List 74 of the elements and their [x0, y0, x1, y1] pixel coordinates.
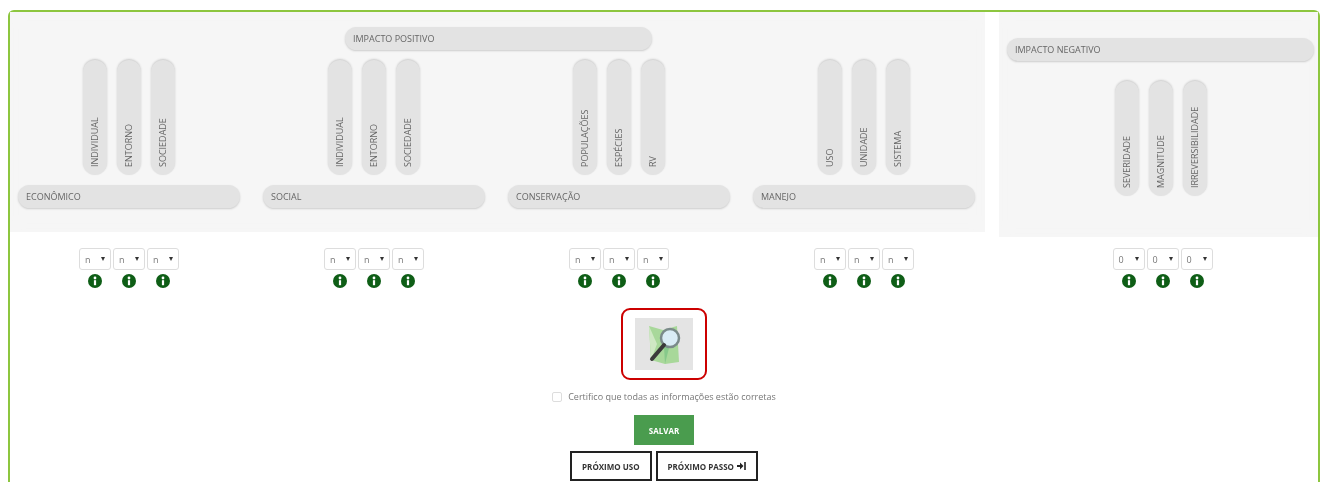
dropdown[interactable]: n — [637, 248, 669, 270]
info-icon[interactable] — [156, 274, 170, 288]
save-button[interactable]: SALVAR — [634, 415, 694, 445]
info-icon[interactable] — [122, 274, 136, 288]
criterion-label: POPULAÇÕES — [573, 60, 597, 175]
info-icon[interactable] — [367, 274, 381, 288]
criterion-label: USO — [818, 60, 842, 175]
caret-icon — [1202, 257, 1207, 261]
criterion-label: ENTORNO — [362, 60, 386, 175]
info-icon[interactable] — [823, 274, 837, 288]
info-icon[interactable] — [578, 274, 592, 288]
dropdown[interactable]: 0 — [1146, 248, 1179, 270]
section-header: IMPACTO POSITIVO — [345, 27, 652, 50]
group-header: SOCIAL — [263, 185, 485, 208]
dropdown[interactable]: n — [882, 248, 914, 270]
group-header: ECONÔMICO — [18, 185, 240, 208]
caret-icon — [836, 257, 840, 261]
criterion-label: SOCIEDADE — [396, 60, 420, 175]
caret-icon — [1168, 257, 1173, 261]
dropdown[interactable]: n — [603, 248, 635, 270]
info-icon[interactable] — [1189, 274, 1204, 288]
dropdown[interactable]: n — [814, 248, 846, 270]
caret-icon — [870, 257, 874, 261]
checkbox-label: Certifico que todas as informações estão corretas — [568, 390, 776, 403]
dropdown[interactable]: n — [79, 248, 111, 270]
info-icon[interactable] — [1155, 274, 1170, 288]
dropdown[interactable]: n — [569, 248, 601, 270]
criterion-label: INDIVIDUAL — [328, 60, 352, 175]
dropdown[interactable]: n — [113, 248, 145, 270]
info-icon[interactable] — [612, 274, 626, 288]
caret-icon — [101, 257, 105, 261]
caret-icon — [591, 257, 595, 261]
criterion-label: SEVERIDADE — [1114, 81, 1139, 196]
dropdown[interactable]: n — [324, 248, 356, 270]
caret-icon — [414, 257, 418, 261]
group-header: MANEJO — [753, 185, 975, 208]
section-header: IMPACTO NEGATIVO — [1007, 38, 1314, 61]
next-button[interactable]: PRÓXIMO USO — [570, 451, 652, 481]
criterion-label: UNIDADE — [852, 60, 876, 175]
criterion-label: SISTEMA — [886, 60, 910, 175]
criterion-label: SOCIEDADE — [151, 60, 175, 175]
checkbox[interactable] — [552, 391, 563, 402]
caret-icon — [135, 257, 139, 261]
info-icon[interactable] — [646, 274, 660, 288]
info-icon[interactable] — [401, 274, 415, 288]
sign-in-icon — [736, 462, 746, 470]
caret-icon — [169, 257, 173, 261]
map-search-icon — [635, 318, 693, 370]
map-search-button[interactable] — [621, 308, 707, 380]
dropdown[interactable]: 0 — [1180, 248, 1213, 270]
criterion-label: INDIVIDUAL — [83, 60, 107, 175]
dropdown[interactable]: n — [147, 248, 179, 270]
caret-icon — [380, 257, 384, 261]
criterion-label: IRREVERSIBILIDADE — [1182, 81, 1207, 196]
info-icon[interactable] — [857, 274, 871, 288]
caret-icon — [904, 257, 908, 261]
caret-icon — [625, 257, 629, 261]
criterion-label: ESPÉCIES — [607, 60, 631, 175]
caret-icon — [659, 257, 663, 261]
dropdown[interactable]: n — [392, 248, 424, 270]
dropdown[interactable]: 0 — [1112, 248, 1145, 270]
info-icon[interactable] — [88, 274, 102, 288]
dropdown[interactable]: n — [848, 248, 880, 270]
dropdown[interactable]: n — [358, 248, 390, 270]
criterion-label: MAGNITUDE — [1148, 81, 1173, 196]
group-header: CONSERVAÇÃO — [508, 185, 730, 208]
caret-icon — [1134, 257, 1139, 261]
info-icon[interactable] — [891, 274, 905, 288]
info-icon[interactable] — [1121, 274, 1136, 288]
criterion-label: ENTORNO — [117, 60, 141, 175]
caret-icon — [346, 257, 350, 261]
criterion-label: RV — [641, 60, 665, 175]
info-icon[interactable] — [333, 274, 347, 288]
next-step-button[interactable]: PRÓXIMO PASSO — [655, 451, 758, 481]
